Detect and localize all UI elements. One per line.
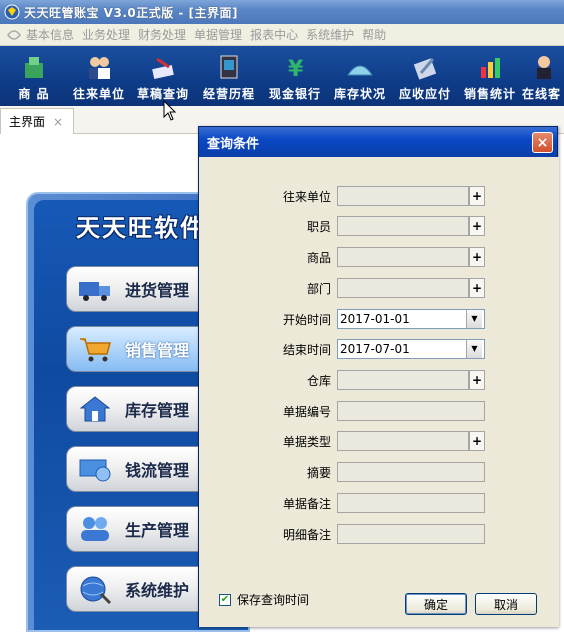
money-icon	[79, 459, 111, 482]
svg-text:¥: ¥	[288, 57, 304, 81]
warehouse-field[interactable]	[337, 370, 469, 390]
contact-field[interactable]	[337, 186, 469, 206]
summary-field[interactable]	[337, 462, 485, 482]
doc-type-lookup-button[interactable]: +	[469, 431, 485, 451]
warehouse-lookup-button[interactable]: +	[469, 370, 485, 390]
inventory-icon	[347, 65, 373, 76]
dialog-body: 往来单位 + 职员 + 商品 + 部门 + 开始时间 2017-01-01 ▼	[199, 157, 559, 627]
field-row-department: 部门 +	[199, 277, 559, 299]
online-icon	[537, 56, 551, 79]
field-row-end-date: 结束时间 2017-07-01 ▼	[199, 338, 559, 360]
field-label: 商品	[306, 250, 331, 265]
toolbar-receivable-button[interactable]: 应收应付	[392, 46, 458, 106]
dialog-close-icon[interactable]: ×	[532, 132, 553, 153]
field-label: 单据编号	[282, 404, 331, 419]
menu-system[interactable]: 系统维护	[306, 26, 362, 43]
system-globe-icon	[80, 576, 112, 604]
doc-number-field[interactable]	[337, 401, 485, 421]
field-row-employee: 职员 +	[199, 215, 559, 237]
field-label: 单据备注	[282, 496, 331, 511]
save-time-label: 保存查询时间	[237, 593, 310, 607]
employee-field[interactable]	[337, 216, 469, 236]
menu-basic-info[interactable]: 基本信息	[26, 26, 82, 43]
field-label: 结束时间	[282, 342, 331, 357]
menu-finance[interactable]: 财务处理	[138, 26, 194, 43]
toolbar-product-button[interactable]: 商 品	[0, 46, 68, 106]
toolbar-online-button[interactable]: 在线客	[522, 46, 564, 106]
purchase-truck-icon	[79, 282, 110, 301]
mouse-cursor-icon	[163, 100, 177, 121]
contact-lookup-button[interactable]: +	[469, 186, 485, 206]
tab-main-label: 主界面	[9, 115, 46, 129]
dialog-title-bar: 查询条件	[199, 127, 557, 157]
field-label: 职员	[306, 219, 331, 234]
product-lookup-button[interactable]: +	[469, 247, 485, 267]
employee-lookup-button[interactable]: +	[469, 216, 485, 236]
contacts-icon	[89, 57, 110, 79]
menu-help[interactable]: 帮助	[362, 26, 394, 43]
warehouse-icon	[79, 396, 111, 422]
toolbar-history-button[interactable]: 经营历程	[196, 46, 262, 106]
field-label: 往来单位	[282, 189, 331, 204]
sales-cart-icon	[80, 338, 111, 362]
field-row-detail-remark: 明细备注	[199, 523, 559, 545]
production-icon	[81, 517, 109, 541]
detail-remark-field[interactable]	[337, 524, 485, 544]
field-row-doc-remark: 单据备注	[199, 492, 559, 514]
field-label: 开始时间	[282, 312, 331, 327]
field-label: 单据类型	[282, 434, 331, 449]
field-label: 明细备注	[282, 527, 331, 542]
menu-reports[interactable]: 报表中心	[250, 26, 306, 43]
toolbar: 商 品 往来单位 草稿查询 经营历程 ¥ 现金银行 库存状况 应收应付 销售统计…	[0, 46, 564, 106]
tab-main[interactable]: 主界面 ×	[0, 108, 74, 134]
end-date-select[interactable]: 2017-07-01 ▼	[337, 339, 485, 359]
field-row-contact: 往来单位 +	[199, 185, 559, 207]
start-date-select[interactable]: 2017-01-01 ▼	[337, 309, 485, 329]
window-title: 天天旺管账宝 V3.0正式版 - [主界面]	[24, 5, 239, 20]
product-icon	[25, 57, 43, 78]
save-time-checkbox-row[interactable]: ✔ 保存查询时间	[219, 591, 309, 608]
panel-title: 天天旺软件	[76, 214, 206, 242]
department-lookup-button[interactable]: +	[469, 278, 485, 298]
history-icon	[220, 55, 238, 79]
field-label: 仓库	[306, 373, 331, 388]
chevron-down-icon[interactable]: ▼	[466, 310, 482, 328]
toolbar-sales-stats-button[interactable]: 销售统计	[458, 46, 522, 106]
receivable-icon	[413, 58, 437, 80]
draft-query-icon	[152, 57, 174, 79]
query-dialog: 查询条件 × 往来单位 + 职员 + 商品 + 部门 + 开始时间 2017-0…	[198, 126, 559, 627]
doc-type-field[interactable]	[337, 431, 469, 451]
menu-documents[interactable]: 单据管理	[194, 26, 250, 43]
toolbar-inventory-button[interactable]: 库存状况	[328, 46, 392, 106]
menu-bar: 基本信息 业务处理 财务处理 单据管理 报表中心 系统维护 帮助	[0, 24, 564, 46]
field-row-doc-number: 单据编号	[199, 400, 559, 422]
field-row-warehouse: 仓库 +	[199, 369, 559, 391]
toolbar-contacts-button[interactable]: 往来单位	[68, 46, 130, 106]
field-row-product: 商品 +	[199, 246, 559, 268]
toolbar-draft-query-button[interactable]: 草稿查询	[130, 46, 196, 106]
menu-logo-icon	[7, 29, 21, 40]
tab-close-icon[interactable]: ×	[53, 115, 63, 129]
cancel-button[interactable]: 取消	[475, 593, 537, 615]
sales-stats-icon	[481, 58, 500, 78]
ok-button[interactable]: 确定	[405, 593, 467, 615]
field-label: 摘要	[306, 465, 331, 480]
cash-bank-icon: ¥	[288, 57, 304, 81]
save-time-checkbox[interactable]: ✔	[219, 593, 231, 606]
field-row-doc-type: 单据类型 +	[199, 430, 559, 452]
department-field[interactable]	[337, 278, 469, 298]
title-bar: 天天旺管账宝 V3.0正式版 - [主界面]	[0, 0, 564, 24]
field-row-summary: 摘要	[199, 461, 559, 483]
product-field[interactable]	[337, 247, 469, 267]
field-row-start-date: 开始时间 2017-01-01 ▼	[199, 308, 559, 330]
doc-remark-field[interactable]	[337, 493, 485, 513]
chevron-down-icon[interactable]: ▼	[466, 340, 482, 358]
menu-business[interactable]: 业务处理	[82, 26, 138, 43]
toolbar-cash-bank-button[interactable]: ¥ 现金银行	[262, 46, 328, 106]
dialog-title: 查询条件	[207, 136, 260, 152]
field-label: 部门	[306, 281, 331, 296]
app-logo-icon	[4, 4, 20, 20]
